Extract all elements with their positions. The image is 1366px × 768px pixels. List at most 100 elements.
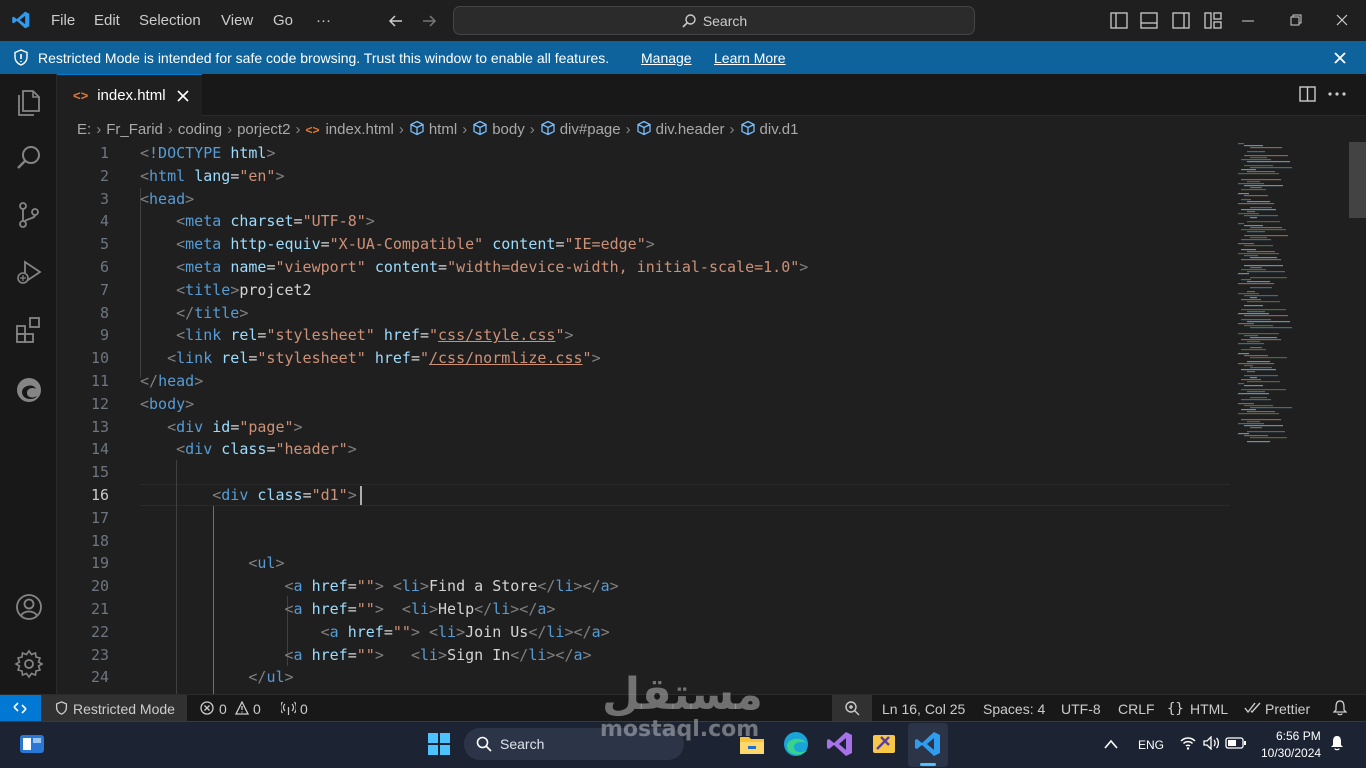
back-arrow-icon[interactable] [388,13,404,29]
volume-icon[interactable] [1203,736,1221,750]
breadcrumb-item[interactable]: div.d1 [740,120,798,138]
breadcrumb-item[interactable]: html [409,120,457,138]
code-line[interactable]: <body> [140,395,194,413]
code-line[interactable]: <a href=""> <li>Help</li></a> [140,600,556,618]
breadcrumb-item[interactable]: coding [178,121,222,138]
code-line[interactable]: <meta charset="UTF-8"> [140,212,375,230]
accounts-icon[interactable] [13,591,45,623]
breadcrumb-item[interactable]: <> index.html [305,121,393,138]
menu-view[interactable]: View [221,0,253,41]
dev-tools-app-icon[interactable] [869,729,899,759]
edge-browser-icon[interactable] [781,729,811,759]
minimap-line [1244,325,1273,327]
code-line[interactable]: <meta http-equiv="X-UA-Compatible" conte… [140,235,655,253]
code-line[interactable]: <meta name="viewport" content="width=dev… [140,258,808,276]
menu-selection[interactable]: Selection [139,0,201,41]
code-token: = [230,166,240,185]
source-control-icon[interactable] [13,199,45,231]
breadcrumb-item[interactable]: Fr_Farid [106,121,163,138]
edge-devtools-icon[interactable] [13,374,45,406]
code-line[interactable]: </title> [140,304,248,322]
code-line[interactable]: <html lang="en"> [140,167,285,185]
minimap[interactable] [1236,142,1348,694]
error-icon[interactable] [200,701,214,715]
minimize-icon[interactable] [1242,20,1254,22]
windows-start-icon[interactable] [428,733,450,755]
warning-count[interactable]: 0 [253,701,261,717]
search-view-icon[interactable] [13,142,45,174]
code-line[interactable]: <head> [140,190,194,208]
indentation[interactable]: Spaces: 4 [983,701,1045,717]
code-line[interactable]: <div id="page"> [140,418,302,436]
breadcrumb-item[interactable]: div.header [636,120,725,138]
tab-index-html[interactable]: <> index.html [57,74,202,116]
minimap-line [1238,423,1264,425]
zoom-indicator[interactable] [832,695,872,722]
breadcrumb-item[interactable]: porject2 [237,121,290,138]
more-actions-icon[interactable] [1328,92,1346,96]
restricted-mode-status[interactable]: Restricted Mode [41,695,187,722]
ports-antenna-icon[interactable] [281,701,296,715]
clock-time[interactable]: 6:56 PM [1276,729,1321,743]
code-line[interactable]: <ul> [140,554,284,572]
end-of-line[interactable]: CRLF [1118,701,1155,717]
breadcrumb-item[interactable]: body [472,120,525,138]
code-line[interactable]: <link rel="stylesheet" href="css/style.c… [140,326,573,344]
code-line[interactable]: </ul> [140,668,293,686]
code-line[interactable]: <!DOCTYPE html> [140,144,275,162]
minimap-line [1241,239,1271,241]
breadcrumb-item[interactable]: E: [77,121,91,138]
battery-icon[interactable] [1225,737,1247,749]
code-line[interactable]: <link rel="stylesheet" href="/css/normli… [140,349,601,367]
menu-more[interactable]: ··· [316,0,331,41]
code-line[interactable]: <a href=""> <li>Join Us</li></a> [140,623,610,641]
toggle-panel-icon[interactable] [1140,12,1158,29]
chevron-up-icon[interactable] [1104,739,1118,749]
command-search-input[interactable]: Search [453,6,975,35]
widgets-icon[interactable] [19,733,45,755]
minimap-line [1244,265,1283,267]
prettier-status[interactable]: Prettier [1265,701,1310,717]
settings-gear-icon[interactable] [13,648,45,680]
forward-arrow-icon[interactable] [421,13,437,29]
customize-layout-icon[interactable] [1204,12,1222,29]
code-line[interactable]: <title>projcet2 [140,281,311,299]
split-editor-icon[interactable] [1299,86,1316,102]
extensions-icon[interactable] [13,314,45,346]
error-count[interactable]: 0 [219,701,227,717]
breadcrumb-item[interactable]: div#page [540,120,621,138]
code-line[interactable]: <a href=""> <li>Sign In</li></a> [140,646,592,664]
notification-bell-icon[interactable] [1330,735,1344,751]
learn-more-link[interactable]: Learn More [714,50,786,66]
notifications-bell-icon[interactable] [1333,700,1347,716]
remote-indicator[interactable] [0,695,41,722]
close-tab-icon[interactable] [176,89,189,102]
code-line[interactable]: <div class="header"> [140,440,357,458]
menu-edit[interactable]: Edit [94,0,120,41]
explorer-icon[interactable] [13,86,45,118]
restore-icon[interactable] [1290,14,1302,26]
code-line[interactable]: <a href=""> <li>Find a Store</li></a> [140,577,619,595]
run-debug-icon[interactable] [13,256,45,288]
warning-icon[interactable] [235,701,249,715]
code-line[interactable]: </head> [140,372,203,390]
language-mode[interactable]: HTML [1190,701,1228,717]
cursor-position[interactable]: Ln 16, Col 25 [882,701,965,717]
wifi-icon[interactable] [1180,736,1196,750]
encoding[interactable]: UTF-8 [1061,701,1101,717]
menu-file[interactable]: File [51,0,75,41]
manage-link[interactable]: Manage [641,50,692,66]
ports-count[interactable]: 0 [300,701,308,717]
toggle-secondary-sidebar-icon[interactable] [1172,12,1190,29]
menu-go[interactable]: Go [273,0,293,41]
close-banner-icon[interactable] [1334,52,1346,64]
close-window-icon[interactable] [1336,14,1348,26]
toggle-primary-sidebar-icon[interactable] [1110,12,1128,29]
clock-date[interactable]: 10/30/2024 [1261,746,1321,760]
visual-studio-icon[interactable] [825,729,855,759]
breadcrumb-separator: › [227,120,233,138]
code-line[interactable]: <div class="d1"> [140,486,357,504]
vertical-scrollbar[interactable] [1349,142,1366,218]
input-language[interactable]: ENG [1138,738,1164,752]
